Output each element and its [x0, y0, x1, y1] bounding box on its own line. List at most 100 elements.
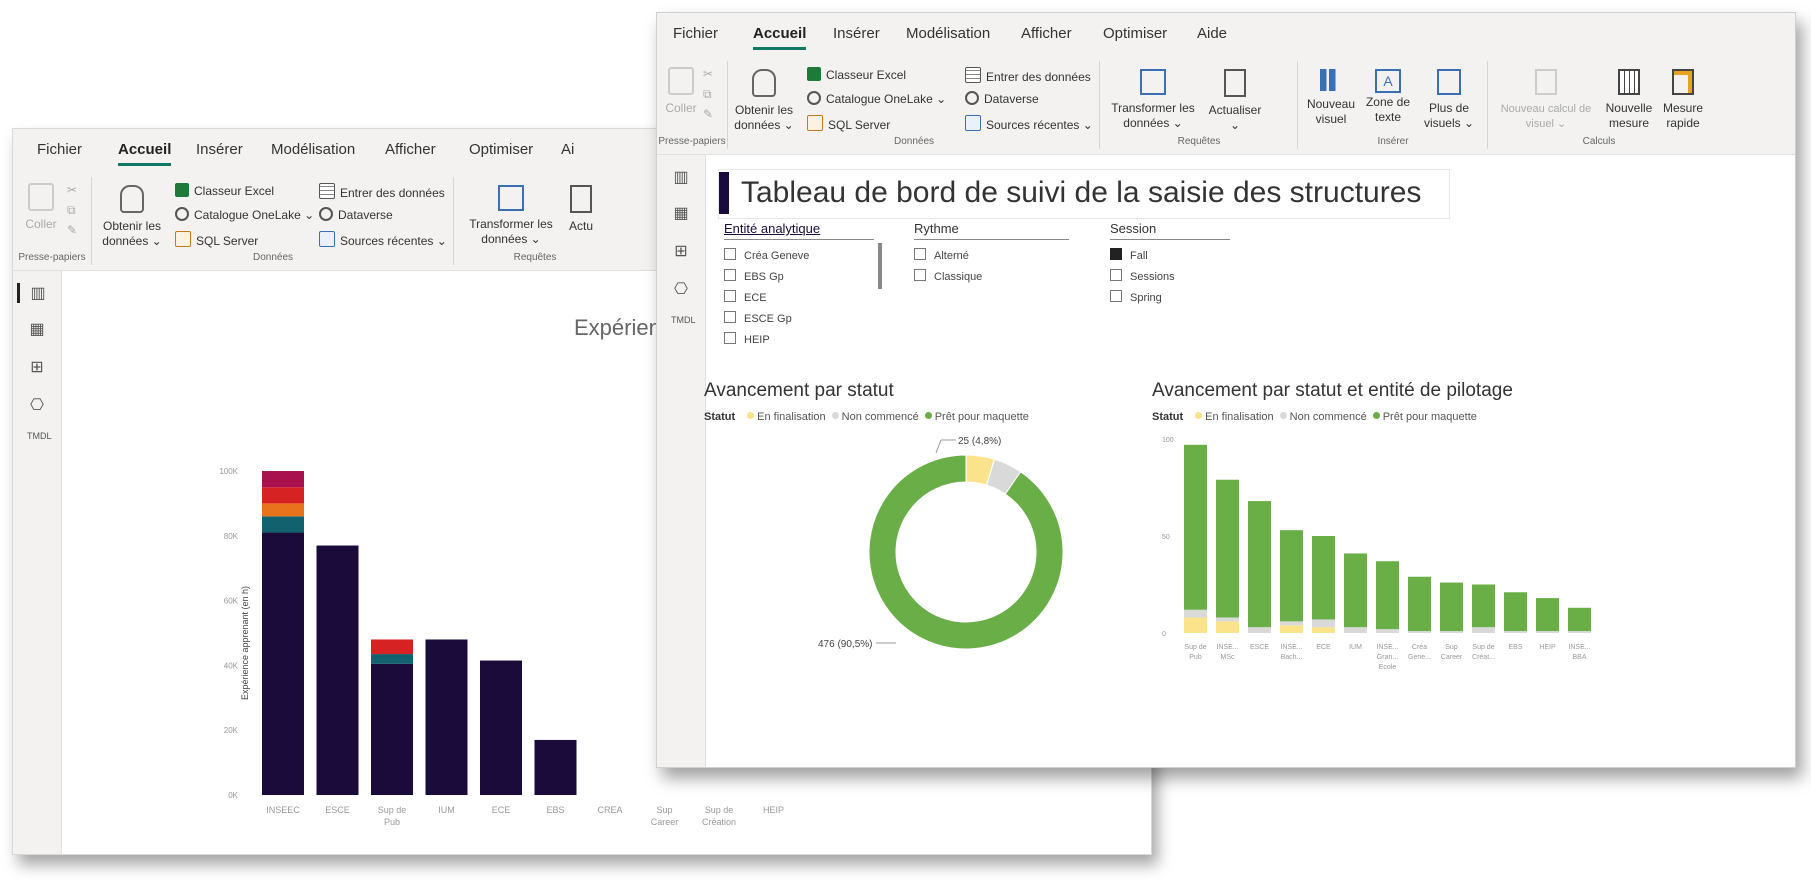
menu-inserer-front[interactable]: Insérer [833, 25, 880, 42]
bar-segment[interactable] [1408, 576, 1431, 632]
bar-segment[interactable] [1248, 627, 1271, 633]
checkbox[interactable] [724, 269, 736, 281]
slicer-item[interactable]: Alterné [914, 246, 1069, 267]
dataverse-button[interactable]: Dataverse [319, 207, 393, 223]
bar-segment[interactable] [480, 660, 522, 795]
menu-afficher-front[interactable]: Afficher [1021, 25, 1072, 42]
bar-segment[interactable] [1216, 479, 1239, 618]
menu-afficher[interactable]: Afficher [385, 141, 436, 158]
menu-aide[interactable]: Ai [561, 141, 574, 158]
slicer-item[interactable]: EBS Gp [724, 267, 874, 288]
dax-query-icon[interactable]: ⎔ [27, 395, 47, 415]
checkbox[interactable] [1110, 290, 1122, 302]
bar-segment[interactable] [1472, 627, 1495, 633]
bar-segment[interactable] [1344, 553, 1367, 628]
obtenir-donnees-button[interactable]: Obtenir les données ⌄ [101, 185, 163, 249]
bar-segment[interactable] [1504, 592, 1527, 632]
slicer-item[interactable]: Fall [1110, 246, 1230, 267]
slicer-item[interactable]: ESCE Gp [724, 309, 874, 330]
actualiser-button[interactable]: Actualiser ⌄ [1201, 69, 1269, 133]
bar-segment[interactable] [1536, 631, 1559, 633]
bar-segment[interactable] [1376, 629, 1399, 633]
checkbox[interactable] [914, 269, 926, 281]
copy-icon[interactable]: ⧉ [67, 203, 76, 218]
slicer-item[interactable]: Classique [914, 267, 1069, 288]
format-painter-icon[interactable]: ✎ [703, 107, 713, 122]
bar-segment[interactable] [371, 639, 413, 655]
sources-recentes-button-front[interactable]: Sources récentes ⌄ [965, 115, 1093, 133]
nouveau-visuel-button[interactable]: Nouveau visuel [1305, 69, 1357, 127]
bar-segment[interactable] [371, 654, 413, 664]
bar-segment[interactable] [262, 487, 304, 504]
bar-segment[interactable] [1216, 621, 1239, 633]
bar-segment[interactable] [262, 503, 304, 517]
checkbox[interactable] [724, 290, 736, 302]
slicer-scrollbar[interactable] [878, 243, 882, 289]
tmdl-view-icon[interactable]: TMDL [671, 315, 696, 335]
dax-query-icon[interactable]: ⎔ [671, 279, 691, 299]
bar-segment[interactable] [1312, 619, 1335, 628]
entrer-donnees-button-front[interactable]: Entrer des données [965, 67, 1091, 85]
model-view-icon[interactable]: ⊞ [671, 241, 691, 261]
bar-segment[interactable] [1536, 598, 1559, 632]
sources-recentes-button[interactable]: Sources récentes ⌄ [319, 231, 447, 249]
classeur-excel-button[interactable]: Classeur Excel [175, 183, 274, 199]
bar-segment[interactable] [1568, 607, 1591, 632]
checkbox-checked[interactable] [1110, 248, 1122, 260]
menu-accueil-front[interactable]: Accueil [753, 25, 807, 50]
checkbox[interactable] [1110, 269, 1122, 281]
bar-segment[interactable] [534, 739, 577, 795]
sql-server-button-front[interactable]: SQL Server [807, 115, 890, 133]
coller-button[interactable]: Coller [21, 183, 61, 232]
mesure-rapide-button[interactable]: Mesure rapide [1659, 69, 1707, 131]
bar-segment[interactable] [1312, 536, 1335, 620]
report-view-icon[interactable]: ▥ [671, 167, 691, 187]
menu-optimiser-front[interactable]: Optimiser [1103, 25, 1167, 42]
bar-segment[interactable] [1280, 625, 1303, 633]
slicer-item[interactable]: Sessions [1110, 267, 1230, 288]
bar-segment[interactable] [1280, 530, 1303, 622]
bar-segment[interactable] [316, 545, 359, 795]
menu-accueil[interactable]: Accueil [118, 141, 172, 166]
bar-segment[interactable] [1472, 584, 1495, 628]
sql-server-button[interactable]: SQL Server [175, 231, 258, 249]
tmdl-view-icon[interactable]: TMDL [27, 431, 52, 451]
bar-segment[interactable] [262, 516, 304, 533]
bar-segment[interactable] [1184, 617, 1207, 633]
checkbox[interactable] [724, 248, 736, 260]
report-view-icon[interactable]: ▥ [17, 283, 48, 303]
menu-aide-front[interactable]: Aide [1197, 25, 1227, 42]
transformer-button-front[interactable]: Transformer les données ⌄ [1105, 69, 1201, 131]
table-view-icon[interactable]: ▦ [27, 319, 47, 339]
coller-button-front[interactable]: Coller [661, 67, 701, 116]
slicer-item[interactable]: ECE [724, 288, 874, 309]
transformer-button[interactable]: Transformer les données ⌄ [463, 185, 559, 247]
bar-segment[interactable] [1280, 621, 1303, 626]
menu-fichier-front[interactable]: Fichier [673, 25, 718, 42]
table-view-icon[interactable]: ▦ [671, 203, 691, 223]
zone-texte-button[interactable]: A Zone de texte [1361, 69, 1415, 125]
actualiser-button-back[interactable]: Actu [561, 185, 601, 234]
onelake-button-front[interactable]: Catalogue OneLake ⌄ [807, 91, 946, 107]
onelake-button[interactable]: Catalogue OneLake ⌄ [175, 207, 314, 223]
entrer-donnees-button[interactable]: Entrer des données [319, 183, 445, 201]
bar-segment[interactable] [1216, 617, 1239, 622]
copy-icon[interactable]: ⧉ [703, 87, 712, 102]
bar-segment[interactable] [262, 532, 304, 795]
bar-segment[interactable] [1312, 627, 1335, 633]
bar-segment[interactable] [425, 639, 468, 795]
slicer-item[interactable]: Spring [1110, 288, 1230, 309]
nouvelle-mesure-button[interactable]: Nouvelle mesure [1601, 69, 1657, 131]
bar-segment[interactable] [1408, 631, 1431, 633]
model-view-icon[interactable]: ⊞ [27, 357, 47, 377]
bar-segment[interactable] [1248, 501, 1271, 628]
menu-inserer[interactable]: Insérer [196, 141, 243, 158]
menu-optimiser[interactable]: Optimiser [469, 141, 533, 158]
menu-modelisation[interactable]: Modélisation [271, 141, 355, 158]
format-painter-icon[interactable]: ✎ [67, 223, 77, 238]
bar-segment[interactable] [262, 471, 304, 488]
dataverse-button-front[interactable]: Dataverse [965, 91, 1039, 107]
bar-segment[interactable] [1184, 609, 1207, 618]
bar-segment[interactable] [1376, 561, 1399, 630]
bar-segment[interactable] [1440, 582, 1463, 632]
